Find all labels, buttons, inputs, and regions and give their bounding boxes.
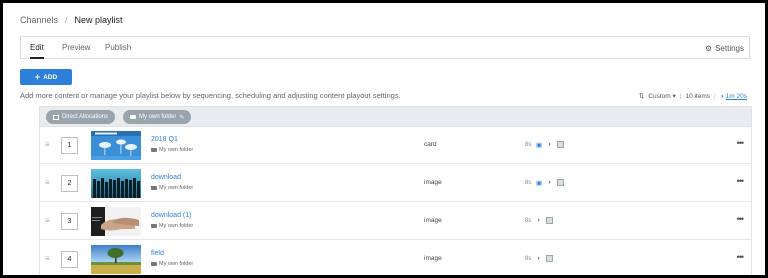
- filter-bar: Direct Allocations My own folder ✎: [39, 106, 752, 127]
- gear-icon: ⚙: [704, 43, 713, 53]
- help-text: Add more content or manage your playlist…: [20, 91, 401, 100]
- folder-icon: [151, 186, 157, 190]
- item-type: image: [424, 179, 442, 186]
- image-icon[interactable]: [546, 217, 553, 224]
- drag-handle-icon[interactable]: ≡: [45, 216, 50, 225]
- playlist-row: ≡ 2 download My own folder image 8s ▣ ◑ …: [40, 165, 751, 202]
- schedule-icon[interactable]: ▣: [536, 179, 542, 187]
- image-icon: [53, 114, 59, 120]
- app-frame: Channels / New playlist Edit Preview Pub…: [0, 0, 768, 278]
- playlist-row: ≡ 3 download (1) My own folder image 8s …: [40, 203, 751, 240]
- item-folder-label: My own folder: [159, 261, 194, 267]
- breadcrumb: Channels / New playlist: [20, 15, 123, 25]
- tab-edit[interactable]: Edit: [30, 37, 44, 59]
- playlist-row: ≡ 4 field My own folder image 8s ◑ •••: [40, 241, 751, 275]
- pencil-icon[interactable]: ✎: [179, 114, 184, 121]
- sort-icon: ⇅: [638, 93, 645, 100]
- settings-button[interactable]: ⚙ Settings: [705, 37, 744, 59]
- filter-chip-direct-allocations[interactable]: Direct Allocations: [46, 110, 116, 124]
- total-duration-value: 1m 20s: [725, 92, 747, 100]
- item-folder: My own folder: [151, 185, 193, 191]
- tab-bar: Edit Preview Publish ⚙ Settings: [20, 36, 750, 59]
- add-button-label: ADD: [43, 73, 58, 81]
- row-menu-ellipsis-icon[interactable]: •••: [737, 176, 745, 186]
- image-icon[interactable]: [546, 255, 553, 262]
- item-type: card: [424, 141, 437, 148]
- position-input[interactable]: 3: [61, 213, 78, 230]
- item-title-link[interactable]: 2018 Q1: [151, 136, 178, 143]
- playlist-row: ≡ 1 2018 Q1 My own folder card 8s ▣ ◑ ••…: [40, 127, 751, 164]
- thumbnail: [91, 207, 141, 236]
- plus-icon: +: [34, 72, 41, 82]
- folder-icon: [151, 148, 157, 152]
- item-folder-label: My own folder: [159, 147, 194, 153]
- settings-label: Settings: [715, 43, 744, 53]
- playlist-list: ≡ 1 2018 Q1 My own folder card 8s ▣ ◑ ••…: [39, 127, 752, 275]
- divider: |: [714, 92, 716, 100]
- breadcrumb-current: New playlist: [74, 15, 123, 25]
- item-title-link[interactable]: field: [151, 250, 164, 257]
- item-folder: My own folder: [151, 147, 193, 153]
- total-duration: ◑ 1m 20s: [720, 93, 747, 100]
- drag-handle-icon[interactable]: ≡: [45, 140, 50, 149]
- row-menu-ellipsis-icon[interactable]: •••: [737, 252, 745, 262]
- add-button[interactable]: + ADD: [20, 69, 72, 85]
- sort-label: Custom: [648, 93, 671, 100]
- divider: |: [679, 92, 682, 100]
- item-folder: My own folder: [151, 261, 193, 267]
- item-duration: 8s: [525, 218, 532, 224]
- thumbnail: [91, 131, 141, 160]
- breadcrumb-channels-link[interactable]: Channels: [20, 15, 58, 25]
- breadcrumb-separator: /: [65, 15, 68, 25]
- position-input[interactable]: 2: [61, 175, 78, 192]
- item-count: 10 items: [685, 92, 711, 100]
- item-duration: 8s: [525, 142, 532, 148]
- item-duration: 8s: [525, 180, 532, 186]
- folder-icon: [130, 115, 136, 119]
- folder-icon: [151, 262, 157, 266]
- item-type: image: [424, 255, 442, 262]
- item-folder: My own folder: [151, 223, 193, 229]
- image-icon[interactable]: [557, 141, 564, 148]
- item-duration: 8s: [525, 256, 532, 262]
- drag-handle-icon[interactable]: ≡: [45, 254, 50, 263]
- thumbnail: [91, 169, 141, 198]
- sort-dropdown[interactable]: Custom ▾: [648, 92, 675, 100]
- thumbnail: [91, 245, 141, 274]
- filter-chip-label: Direct Allocations: [62, 114, 109, 120]
- playlist-meta: ⇅ Custom ▾ | 10 items | ◑ 1m 20s: [638, 92, 747, 101]
- tab-preview[interactable]: Preview: [62, 37, 90, 59]
- schedule-icon[interactable]: ▣: [536, 141, 542, 149]
- transition-icon[interactable]: ◑: [547, 179, 551, 186]
- image-icon[interactable]: [557, 179, 564, 186]
- folder-icon: [151, 224, 157, 228]
- position-input[interactable]: 4: [61, 251, 78, 268]
- transition-icon[interactable]: ◑: [536, 217, 540, 224]
- item-title-link[interactable]: download: [151, 174, 181, 181]
- item-folder-label: My own folder: [159, 185, 194, 191]
- transition-icon[interactable]: ◑: [547, 141, 551, 148]
- filter-chip-label: My own folder: [139, 114, 177, 120]
- row-menu-ellipsis-icon[interactable]: •••: [737, 214, 745, 224]
- transition-icon[interactable]: ◑: [536, 255, 540, 262]
- row-menu-ellipsis-icon[interactable]: •••: [737, 138, 745, 148]
- half-circle-icon: ◑: [719, 92, 724, 100]
- tab-publish[interactable]: Publish: [105, 37, 131, 59]
- item-type: image: [424, 217, 442, 224]
- filter-chip-my-own-folder[interactable]: My own folder ✎: [123, 110, 192, 124]
- chevron-down-icon: ▾: [672, 93, 676, 100]
- drag-handle-icon[interactable]: ≡: [45, 178, 50, 187]
- position-input[interactable]: 1: [61, 137, 78, 154]
- item-title-link[interactable]: download (1): [151, 212, 191, 219]
- item-folder-label: My own folder: [159, 223, 194, 229]
